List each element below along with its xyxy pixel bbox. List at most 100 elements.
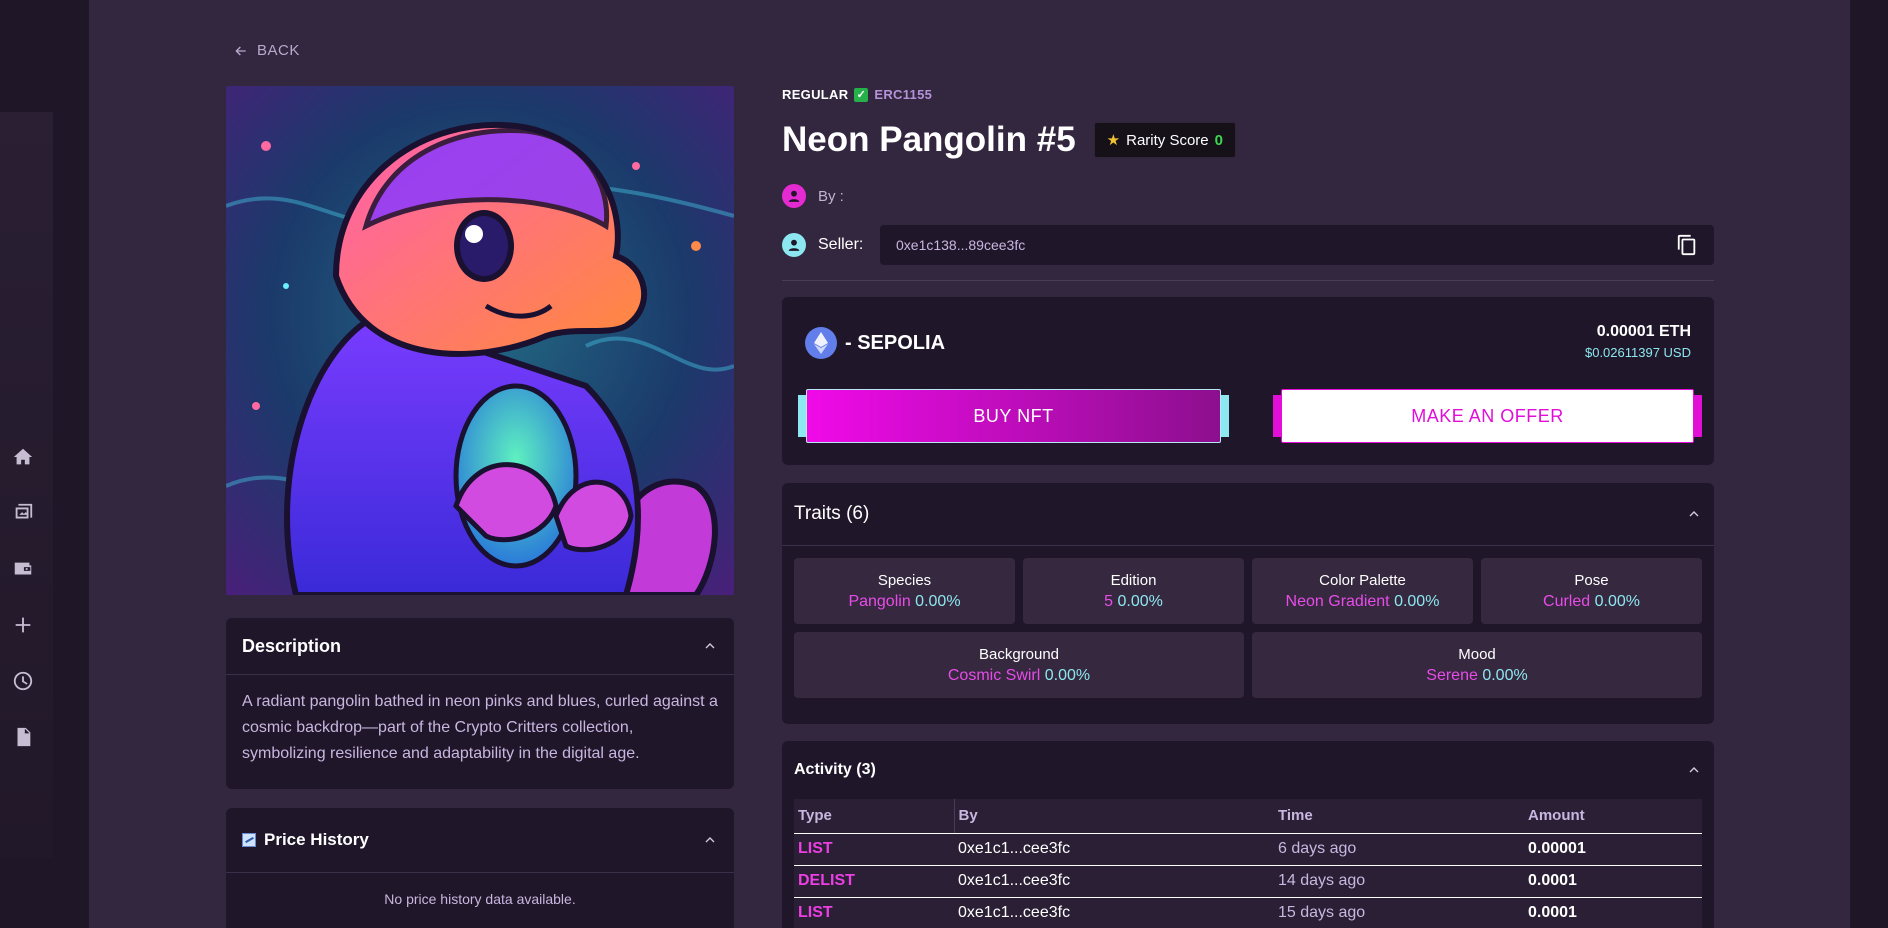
description-card: Description A radiant pangolin bathed in…	[226, 618, 734, 789]
trait-name: Pose	[1574, 571, 1609, 589]
gallery-icon[interactable]	[8, 498, 38, 528]
rarity-label: Rarity Score	[1126, 131, 1209, 149]
offer-button-wrap: MAKE AN OFFER	[1273, 389, 1702, 443]
price-block: 0.00001 ETH $0.02611397 USD	[1585, 323, 1691, 360]
chevron-up-icon[interactable]	[702, 832, 718, 848]
price-usd: $0.02611397 USD	[1584, 345, 1691, 360]
creator-avatar[interactable]	[782, 184, 806, 208]
activity-table: Type By Time Amount LIST 0xe1c1...cee3fc…	[794, 799, 1702, 928]
description-text: A radiant pangolin bathed in neon pinks …	[242, 693, 718, 762]
trait-value: Serene	[1426, 666, 1478, 684]
seller-address: 0xe1c138...89cee3fc	[896, 237, 1026, 253]
trait-value: Curled	[1543, 592, 1591, 610]
token-tags: REGULAR ✓ ERC1155	[782, 87, 932, 102]
activity-type: LIST	[794, 897, 954, 928]
trait-color-palette: Color Palette Neon Gradient 0.00%	[1252, 558, 1473, 624]
table-row: LIST 0xe1c1...cee3fc 6 days ago 0.00001	[794, 833, 1702, 866]
trait-name: Species	[877, 571, 932, 589]
chevron-up-icon[interactable]	[702, 638, 718, 654]
page-title: Neon Pangolin #5	[782, 120, 1076, 159]
price-history-card: Price History No price history data avai…	[226, 808, 734, 928]
trait-name: Background	[978, 645, 1060, 663]
left-nav	[8, 442, 38, 778]
activity-type: LIST	[794, 833, 954, 866]
table-header-row: Type By Time Amount	[794, 799, 1702, 834]
activity-by[interactable]: 0xe1c1...cee3fc	[954, 833, 1274, 866]
trait-percent: 0.00%	[1044, 666, 1091, 684]
activity-title: Activity (3)	[794, 761, 876, 778]
activity-amount: 0.00001	[1524, 833, 1702, 866]
trait-name: Edition	[1110, 571, 1157, 589]
activity-time: 15 days ago	[1274, 897, 1524, 928]
trait-value: 5	[1104, 592, 1114, 610]
ethereum-icon	[805, 327, 837, 359]
trait-pose: Pose Curled 0.00%	[1481, 558, 1702, 624]
trait-percent: 0.00%	[915, 592, 961, 610]
trait-value: Pangolin	[848, 592, 911, 610]
chevron-up-icon[interactable]	[1686, 762, 1702, 778]
price-history-title: Price History	[264, 830, 369, 849]
traits-card: Traits (6) Species Pangolin 0.00% Editio…	[782, 483, 1714, 724]
buy-button-wrap: BUY NFT	[798, 389, 1229, 443]
description-title: Description	[242, 635, 342, 656]
activity-time: 6 days ago	[1274, 833, 1524, 866]
activity-type: DELIST	[794, 865, 954, 898]
wallet-icon[interactable]	[8, 554, 38, 584]
price-history-header[interactable]: Price History	[226, 808, 734, 873]
arrow-left-icon	[235, 46, 246, 55]
plus-icon[interactable]	[8, 610, 38, 640]
column-header: Time	[1274, 799, 1524, 834]
star-icon: ★	[1106, 132, 1121, 149]
make-offer-button[interactable]: MAKE AN OFFER	[1281, 389, 1694, 443]
chevron-up-icon[interactable]	[1686, 506, 1702, 522]
activity-time: 14 days ago	[1274, 865, 1524, 898]
network-name: - SEPOLIA	[845, 331, 946, 354]
table-row: DELIST 0xe1c1...cee3fc 14 days ago 0.000…	[794, 865, 1702, 898]
token-type: ERC1155	[874, 87, 933, 102]
check-icon: ✓	[854, 87, 869, 102]
column-header: Amount	[1524, 799, 1702, 834]
activity-by[interactable]: 0xe1c1...cee3fc	[954, 897, 1274, 928]
table-row: LIST 0xe1c1...cee3fc 15 days ago 0.0001	[794, 897, 1702, 928]
title-row: Neon Pangolin #5 ★ Rarity Score 0	[782, 120, 1236, 160]
buy-nft-button[interactable]: BUY NFT	[806, 389, 1221, 443]
by-label: By :	[818, 187, 844, 205]
network-label: - SEPOLIA	[805, 327, 945, 359]
activity-header[interactable]: Activity (3)	[782, 741, 1714, 799]
activity-by[interactable]: 0xe1c1...cee3fc	[954, 865, 1274, 898]
chart-icon	[242, 833, 256, 847]
column-header: Type	[794, 799, 955, 834]
price-history-empty: No price history data available.	[384, 891, 576, 907]
seller-avatar[interactable]	[782, 233, 806, 257]
back-link[interactable]: BACK	[233, 42, 300, 59]
standard-tag: REGULAR	[782, 87, 849, 102]
trait-value: Neon Gradient	[1285, 592, 1390, 610]
rarity-badge: ★ Rarity Score 0	[1093, 122, 1236, 158]
traits-grid: Species Pangolin 0.00% Edition 5 0.00% C…	[782, 546, 1714, 710]
traits-header[interactable]: Traits (6)	[782, 483, 1714, 546]
description-header[interactable]: Description	[226, 618, 734, 675]
copy-icon[interactable]	[1676, 234, 1698, 256]
trait-value: Cosmic Swirl	[947, 666, 1041, 684]
divider	[782, 280, 1714, 281]
main-panel: BACK Description A radiant pangolin bath…	[89, 0, 1850, 928]
home-icon[interactable]	[8, 442, 38, 472]
trait-percent: 0.00%	[1482, 666, 1528, 684]
trait-background: Background Cosmic Swirl 0.00%	[794, 632, 1244, 698]
seller-address-field: 0xe1c138...89cee3fc	[880, 225, 1714, 265]
activity-amount: 0.0001	[1524, 897, 1702, 928]
traits-title: Traits (6)	[794, 503, 870, 524]
seller-row: Seller: 0xe1c138...89cee3fc	[782, 225, 1714, 265]
nft-image	[226, 86, 734, 595]
rarity-score: 0	[1214, 131, 1223, 149]
creator-row: By :	[782, 184, 844, 208]
trait-species: Species Pangolin 0.00%	[794, 558, 1015, 624]
document-icon[interactable]	[8, 722, 38, 752]
clock-icon[interactable]	[8, 666, 38, 696]
price-eth: 0.00001 ETH	[1596, 323, 1691, 340]
seller-label: Seller:	[818, 236, 864, 253]
activity-amount: 0.0001	[1524, 865, 1702, 898]
trait-name: Mood	[1458, 645, 1496, 663]
column-header: By	[954, 799, 1274, 834]
trait-percent: 0.00%	[1594, 592, 1640, 610]
